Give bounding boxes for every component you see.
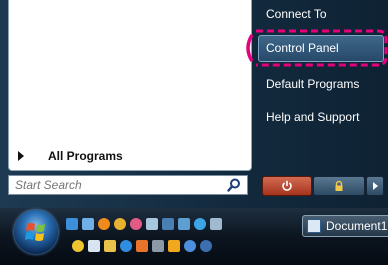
taskbar-window-label: Document1 xyxy=(326,219,388,233)
show-desktop-icon[interactable] xyxy=(66,218,78,230)
firefox-icon[interactable] xyxy=(98,218,110,230)
messenger-icon[interactable] xyxy=(114,218,126,230)
power-icon xyxy=(282,180,292,191)
switch-windows-icon[interactable] xyxy=(82,218,94,230)
network-icon[interactable] xyxy=(162,218,174,230)
annotation-highlight-loop xyxy=(246,29,388,67)
menu-item-connect-to[interactable]: Connect To xyxy=(266,4,327,24)
globe-icon[interactable] xyxy=(200,240,212,252)
chevron-right-icon xyxy=(18,151,24,161)
internet-explorer-icon[interactable] xyxy=(194,218,206,230)
all-programs-label: All Programs xyxy=(48,149,123,163)
menu-item-label: Help and Support xyxy=(266,110,360,124)
shutdown-options-button[interactable] xyxy=(366,176,384,196)
slideshow-icon[interactable] xyxy=(168,240,180,252)
taskbar-window-document1[interactable]: Document1 xyxy=(302,215,388,237)
card-icon[interactable] xyxy=(104,240,116,252)
folder-icon[interactable] xyxy=(210,218,222,230)
menu-item-default-programs[interactable]: Default Programs xyxy=(266,74,359,94)
ato-icon[interactable] xyxy=(152,240,164,252)
arrow-right-icon xyxy=(372,182,378,190)
media-player-icon[interactable] xyxy=(130,218,142,230)
security-icon[interactable] xyxy=(72,240,84,252)
start-menu: All Programs Connect To Control Panel De… xyxy=(0,0,388,208)
menu-item-help-and-support[interactable]: Help and Support xyxy=(266,107,359,127)
menu-item-label: Connect To xyxy=(266,7,327,21)
browser-icon[interactable] xyxy=(120,240,132,252)
start-search-input[interactable] xyxy=(9,176,221,194)
lock-button[interactable] xyxy=(313,176,365,196)
power-button[interactable] xyxy=(262,176,312,196)
menu-item-label: Default Programs xyxy=(266,77,360,91)
document-icon xyxy=(307,219,321,233)
start-button[interactable] xyxy=(14,210,58,254)
paint-icon[interactable] xyxy=(178,218,190,230)
all-programs-button[interactable]: All Programs xyxy=(14,146,240,166)
tool-icon[interactable] xyxy=(146,218,158,230)
lock-icon xyxy=(335,180,343,191)
vlc-icon[interactable] xyxy=(136,240,148,252)
search-tool-icon[interactable] xyxy=(184,240,196,252)
calculator-icon[interactable] xyxy=(88,240,100,252)
windows-logo-icon xyxy=(25,223,45,241)
search-icon[interactable] xyxy=(227,178,241,192)
start-search-box[interactable] xyxy=(8,175,248,195)
